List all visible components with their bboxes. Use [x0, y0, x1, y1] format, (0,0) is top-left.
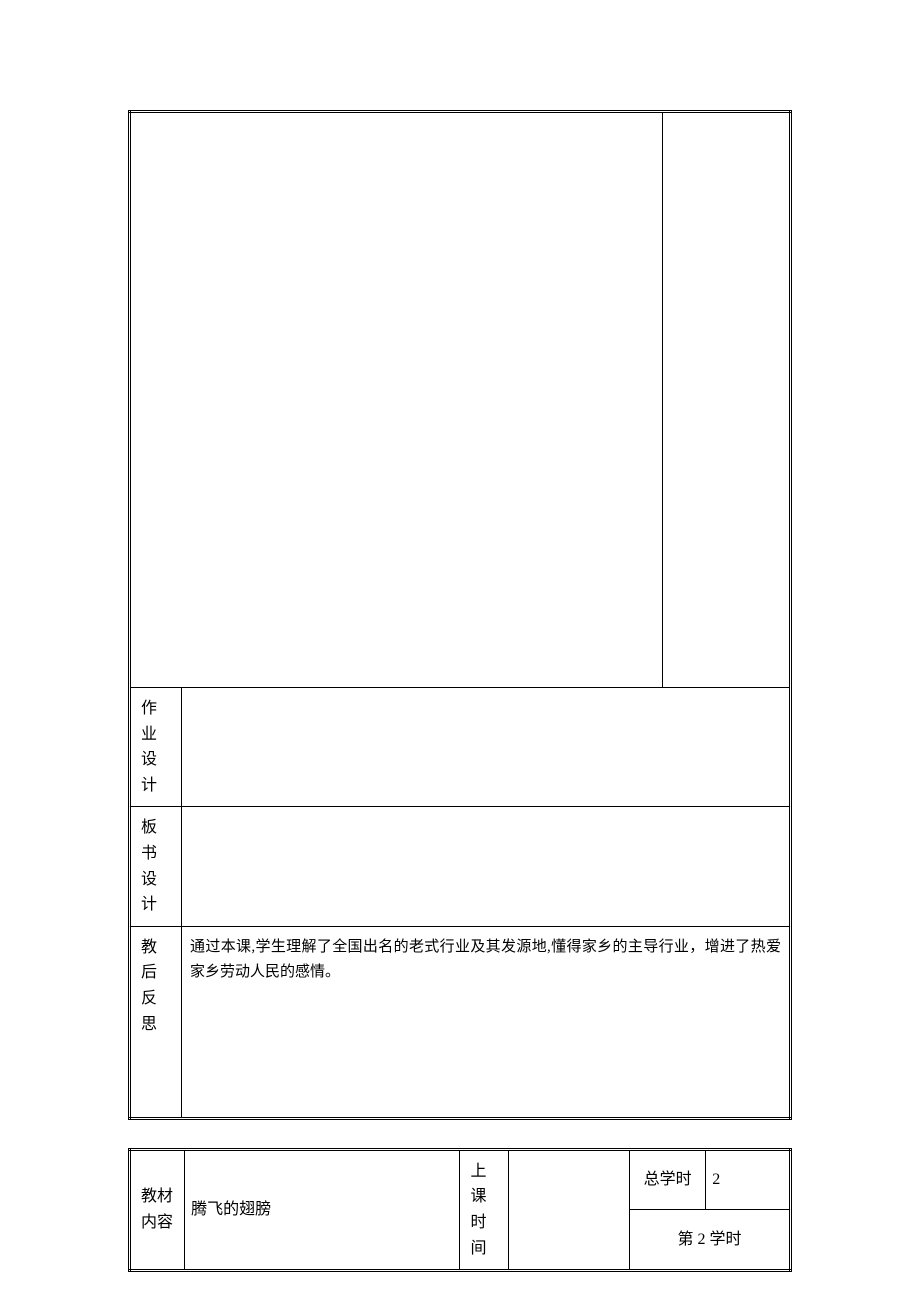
board-design-label: 板书设计: [130, 807, 182, 926]
material-content-label: 教材内容: [130, 1149, 185, 1270]
material-content-value: 腾飞的翅膀: [185, 1149, 460, 1270]
homework-design-label: 作业设计: [130, 688, 182, 807]
lesson-plan-table-upper: 作业设计 板书设计 教后反思 通过本课,学生理解了全国出名的老式行业及其发源地,…: [128, 110, 792, 1120]
class-time-label: 上课时间: [460, 1149, 509, 1270]
main-content-area: [130, 112, 663, 688]
homework-design-content: [182, 688, 791, 807]
reflection-text: 通过本课,学生理解了全国出名的老式行业及其发源地,懂得家乡的主导行业，增进了热爱…: [188, 931, 783, 990]
post-teaching-reflection-content: 通过本课,学生理解了全国出名的老式行业及其发源地,懂得家乡的主导行业，增进了热爱…: [182, 926, 791, 1118]
post-teaching-reflection-label: 教后反思: [130, 926, 182, 1118]
period-label: 第 2 学时: [629, 1210, 790, 1271]
side-margin-area: [663, 112, 791, 688]
lesson-plan-table-lower: 教材内容 腾飞的翅膀 上课时间 总学时 2 第 2 学时: [128, 1148, 792, 1272]
total-hours-label: 总学时: [629, 1149, 705, 1210]
total-hours-value: 2: [706, 1149, 791, 1210]
board-design-content: [182, 807, 791, 926]
class-time-value: [509, 1149, 630, 1270]
